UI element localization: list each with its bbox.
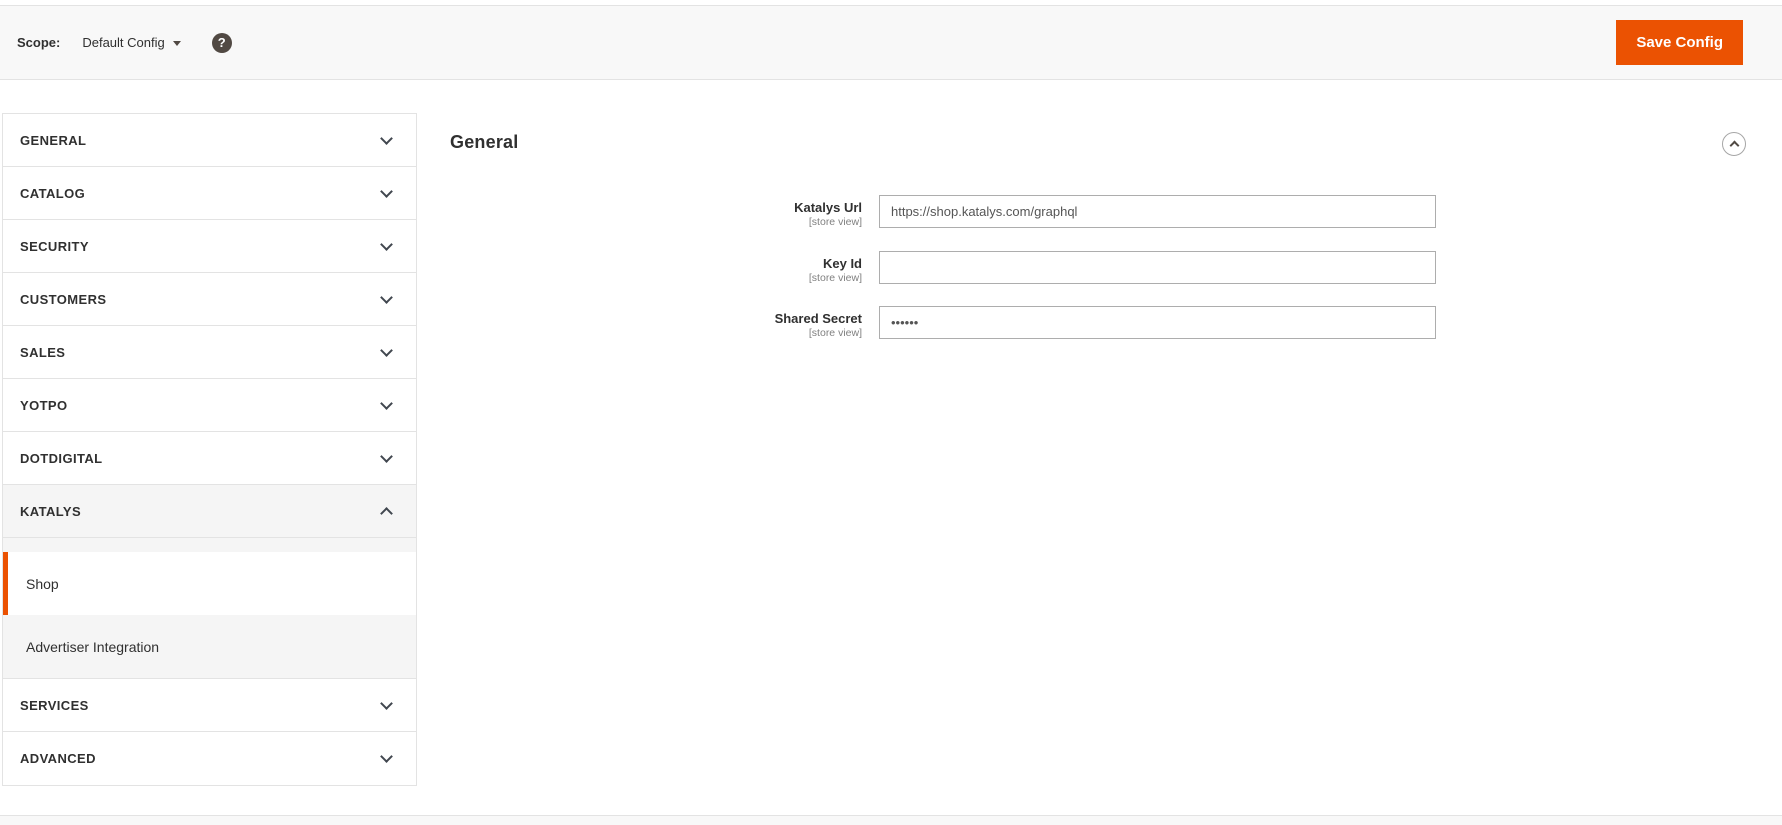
save-config-button[interactable]: Save Config [1616, 20, 1743, 65]
sidebar-section-yotpo[interactable]: YOTPO [3, 379, 416, 432]
chevron-down-icon [380, 449, 393, 463]
help-icon[interactable]: ? [211, 32, 232, 53]
katalys-url-input[interactable] [879, 195, 1436, 228]
chevron-up-icon [1729, 140, 1739, 151]
sidebar-section-advanced[interactable]: ADVANCED [3, 732, 416, 785]
section-title: General [450, 132, 519, 152]
sidebar-item-advertiser-integration[interactable]: Advertiser Integration [3, 615, 416, 678]
sidebar-section-dotdigital[interactable]: DOTDIGITAL [3, 432, 416, 485]
chevron-down-icon [380, 396, 393, 410]
field-row-shared-secret: Shared Secret [store view] [0, 306, 1782, 346]
field-label-key-id: Key Id [store view] [0, 256, 862, 285]
sidebar-section-label: KATALYS [20, 503, 82, 519]
sidebar-item-shop[interactable]: Shop [3, 552, 416, 615]
sidebar-section-general[interactable]: GENERAL [3, 114, 416, 167]
sidebar-section-label: DOTDIGITAL [20, 450, 103, 466]
chevron-down-icon [380, 290, 393, 304]
sidebar-section-katalys[interactable]: KATALYS [3, 485, 416, 538]
field-label-text: Katalys Url [794, 200, 862, 215]
footer-strip [0, 815, 1782, 825]
sidebar-item-label: Shop [26, 575, 59, 592]
field-row-key-id: Key Id [store view] [0, 251, 1782, 291]
field-scope-note: [store view] [808, 327, 862, 339]
chevron-down-icon [380, 696, 393, 710]
chevron-down-icon [380, 750, 393, 763]
key-id-input[interactable] [879, 251, 1436, 284]
field-scope-note: [store view] [808, 272, 862, 284]
sidebar-section-label: YOTPO [20, 397, 68, 413]
chevron-down-icon [380, 131, 393, 145]
sidebar-section-services[interactable]: SERVICES [3, 679, 416, 732]
sidebar-section-label: CUSTOMERS [20, 291, 107, 307]
caret-down-icon [172, 41, 181, 46]
chevron-down-icon [380, 237, 393, 251]
field-row-katalys-url: Katalys Url [store view] [0, 195, 1782, 235]
scope-value: Default Config [82, 35, 165, 50]
sidebar-item-label: Advertiser Integration [26, 638, 160, 655]
shared-secret-input[interactable] [879, 306, 1436, 339]
scope-bar: Scope: Default Config ? Save Config [0, 5, 1782, 80]
field-label-text: Shared Secret [774, 311, 862, 326]
sidebar-sublist: Shop Advertiser Integration [3, 538, 416, 679]
field-scope-note: [store view] [808, 216, 862, 228]
chevron-up-icon [380, 506, 393, 520]
sidebar-section-label: SERVICES [20, 697, 89, 713]
sidebar-section-label: ADVANCED [20, 751, 96, 766]
field-label-text: Key Id [822, 256, 862, 271]
sidebar-section-label: GENERAL [20, 132, 87, 148]
field-label-shared-secret: Shared Secret [store view] [0, 311, 862, 340]
scope-label: Scope: [17, 35, 61, 50]
sidebar-section-label: SALES [20, 344, 66, 360]
field-label-katalys-url: Katalys Url [store view] [0, 200, 862, 229]
collapse-section-button[interactable] [1722, 132, 1746, 156]
scope-switcher[interactable]: Default Config [82, 35, 181, 50]
